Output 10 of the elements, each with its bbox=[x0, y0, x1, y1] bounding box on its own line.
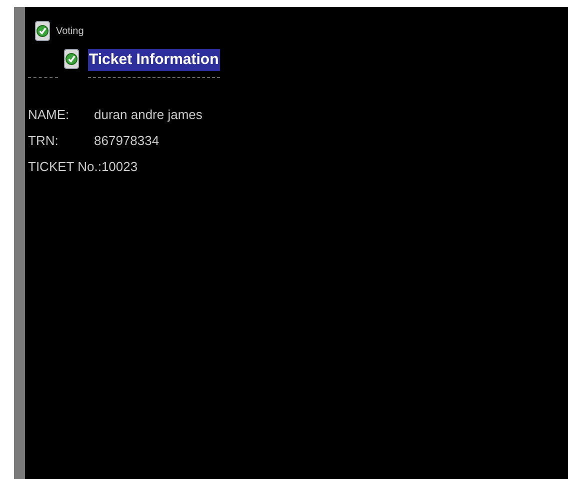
field-value: 10023 bbox=[101, 158, 138, 176]
field-value: 867978334 bbox=[94, 132, 160, 150]
field-label: NAME: bbox=[28, 106, 70, 124]
check-icon bbox=[64, 49, 78, 69]
section-title: Ticket Information bbox=[88, 49, 220, 71]
field-label: TRN: bbox=[28, 132, 60, 150]
field-label: TICKET No.: bbox=[28, 158, 102, 176]
field-value: duran andre james bbox=[94, 106, 202, 124]
check-icon bbox=[35, 21, 50, 41]
app-title: Voting bbox=[56, 24, 84, 38]
